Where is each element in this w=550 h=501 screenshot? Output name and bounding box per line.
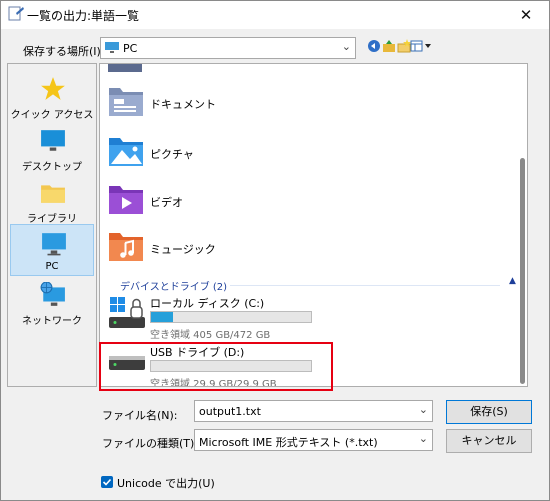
unicode-checkbox-label[interactable]: Unicode で出力(U) (117, 475, 215, 491)
window-title: 一覧の出力:単語一覧 (27, 9, 140, 23)
folder-item-music[interactable]: ミュージック (108, 229, 488, 269)
pc-icon (42, 233, 66, 256)
desktop-icon (41, 130, 65, 151)
filetype-label: ファイルの種類(T): (102, 437, 199, 450)
save-button[interactable]: 保存(S) (446, 400, 532, 424)
scrollbar-thumb[interactable] (520, 158, 525, 384)
place-label: デスクトップ (22, 162, 82, 173)
folder-item-documents[interactable]: ドキュメント (108, 84, 488, 124)
close-button[interactable]: ✕ (503, 1, 549, 29)
location-combobox[interactable]: PC ⌄ (100, 37, 356, 59)
star-icon (41, 77, 65, 100)
location-label: 保存する場所(I): (23, 45, 105, 58)
folder-item-videos[interactable]: ビデオ (108, 182, 488, 222)
drive-free-space: 空き領域 405 GB/472 GB (150, 330, 271, 341)
place-label: ライブラリ (27, 214, 77, 225)
pc-icon (105, 42, 119, 53)
place-label: クイック アクセス (10, 110, 94, 121)
drive-usage-bar (150, 311, 312, 323)
place-library[interactable]: ライブラリ (10, 174, 94, 226)
folder-label: ピクチャ (150, 148, 194, 161)
chevron-down-icon: ⌄ (418, 432, 428, 445)
network-icon (40, 282, 65, 306)
library-icon (41, 185, 65, 203)
back-icon[interactable] (367, 39, 381, 53)
group-divider (230, 285, 500, 286)
filetype-select[interactable]: Microsoft IME 形式テキスト (*.txt) ⌄ (194, 429, 433, 451)
videos-folder-icon (109, 186, 143, 214)
folder-label: ビデオ (150, 196, 183, 209)
vertical-scrollbar[interactable] (517, 64, 527, 386)
place-label: PC (45, 261, 59, 272)
folder-partial-icon (108, 64, 142, 72)
save-dialog: 一覧の出力:単語一覧 ✕ 保存する場所(I): PC ⌄ クイック アクセス デ… (0, 0, 550, 501)
chevron-up-icon[interactable]: ▲ (509, 276, 516, 286)
checkmark-icon (102, 478, 112, 486)
chevron-down-icon: ⌄ (341, 40, 351, 53)
file-list: ドキュメント ピクチャ ビデオ ミュージック デバイスとドライブ (2) ▲ ロ… (99, 63, 528, 387)
pictures-folder-icon (109, 138, 143, 166)
drive-usage-fill (151, 312, 174, 322)
place-desktop[interactable]: デスクトップ (10, 122, 94, 174)
places-bar: クイック アクセス デスクトップ ライブラリ PC ネットワーク (7, 63, 97, 387)
filename-input[interactable]: output1.txt ⌄ (194, 400, 433, 422)
location-value: PC (123, 42, 138, 55)
filename-label: ファイル名(N): (102, 409, 178, 422)
folder-label: ドキュメント (150, 98, 216, 111)
new-folder-icon[interactable] (397, 39, 411, 53)
devices-group-header[interactable]: デバイスとドライブ (2) (120, 278, 227, 293)
documents-folder-icon (109, 88, 143, 116)
app-icon (8, 6, 24, 21)
music-folder-icon (109, 233, 143, 261)
system-drive-icon (109, 297, 145, 328)
filetype-value: Microsoft IME 形式テキスト (*.txt) (199, 436, 378, 449)
drive-item-c[interactable]: ローカル ディスク (C:) 空き領域 405 GB/472 GB (108, 295, 408, 341)
place-pc[interactable]: PC (10, 224, 94, 276)
unicode-checkbox[interactable] (101, 476, 113, 488)
drive-name: ローカル ディスク (C:) (150, 297, 265, 310)
up-folder-icon[interactable] (382, 39, 396, 53)
title-bar: 一覧の出力:単語一覧 ✕ (1, 1, 549, 29)
view-menu-icon[interactable] (410, 39, 432, 53)
chevron-down-icon[interactable]: ⌄ (419, 403, 428, 416)
folder-item-pictures[interactable]: ピクチャ (108, 134, 488, 174)
filename-value: output1.txt (199, 405, 261, 418)
place-network[interactable]: ネットワーク (10, 276, 94, 328)
place-quick-access[interactable]: クイック アクセス (10, 70, 94, 122)
highlight-annotation (99, 342, 333, 391)
cancel-button[interactable]: キャンセル (446, 429, 532, 453)
place-label: ネットワーク (22, 316, 82, 327)
folder-label: ミュージック (150, 243, 216, 256)
